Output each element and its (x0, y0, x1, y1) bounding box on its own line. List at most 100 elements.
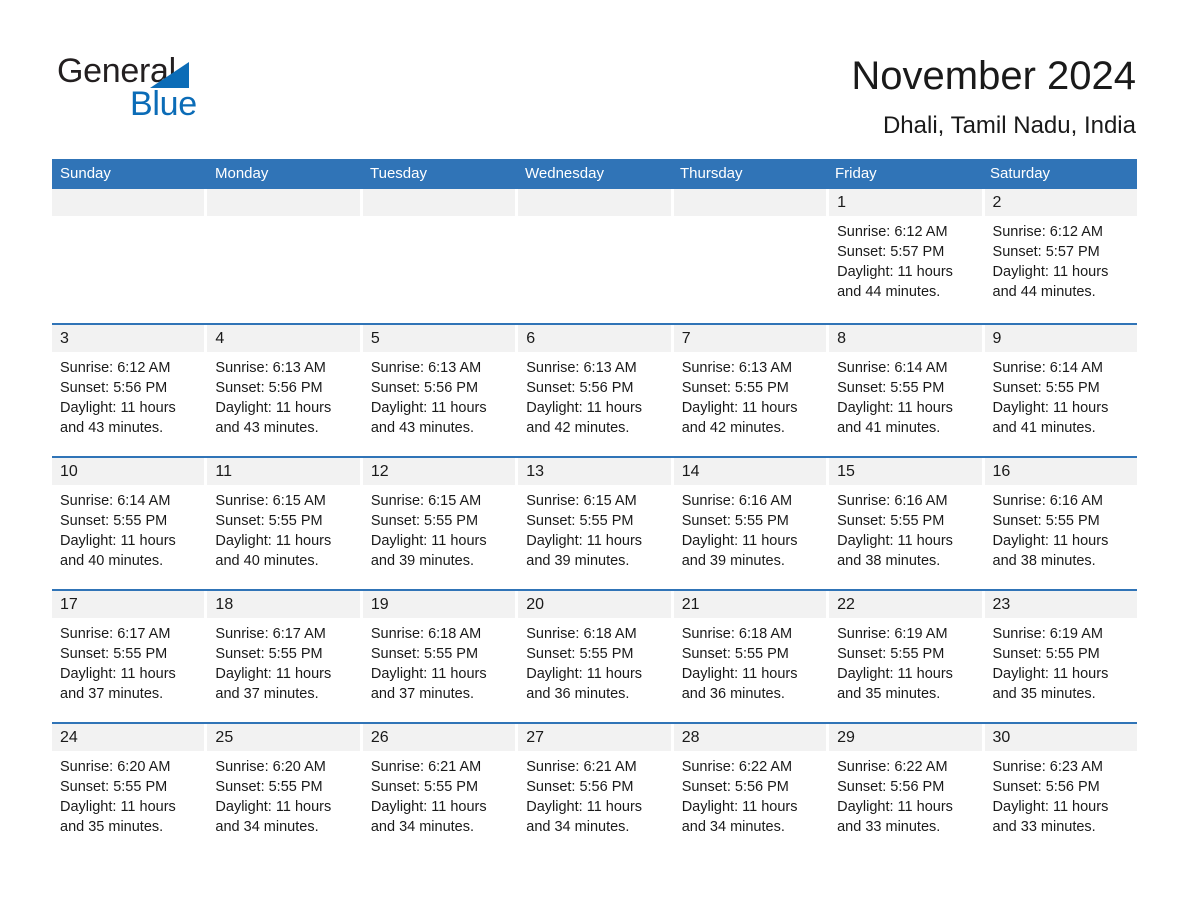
weekday-header-monday: Monday (215, 165, 269, 182)
sunrise-text: Sunrise: 6:13 AM (215, 360, 326, 376)
day-number-band: 6 (518, 325, 671, 352)
sunrise-text: Sunrise: 6:20 AM (60, 759, 171, 775)
day-cell-20[interactable]: 20 Sunrise: 6:18 AM Sunset: 5:55 PM Dayligh… (518, 591, 674, 722)
day-number: 18 (215, 596, 234, 613)
calendar-week-row: 17 Sunrise: 6:17 AM Sunset: 5:55 PM Dayligh… (52, 589, 1137, 722)
daylight-text: Daylight: 11 hours and 33 minutes. (837, 799, 953, 835)
sunrise-text: Sunrise: 6:13 AM (526, 360, 637, 376)
sunset-text: Sunset: 5:56 PM (992, 779, 1100, 795)
day-number: 23 (992, 596, 1011, 613)
sunrise-text: Sunrise: 6:17 AM (215, 626, 326, 642)
day-cell-29[interactable]: 29 Sunrise: 6:22 AM Sunset: 5:56 PM Dayligh… (829, 724, 985, 855)
day-number: 1 (837, 194, 847, 211)
title-block: November 2024 Dhali, Tamil Nadu, India (851, 52, 1136, 142)
sunset-text: Sunset: 5:56 PM (837, 779, 945, 795)
daylight-text: Daylight: 11 hours and 36 minutes. (526, 666, 643, 702)
day-cell-14[interactable]: 14 Sunrise: 6:16 AM Sunset: 5:55 PM Dayligh… (673, 458, 830, 589)
day-cell-21[interactable]: 21 Sunrise: 6:18 AM Sunset: 5:55 PM Dayligh… (673, 591, 830, 722)
day-cell-27[interactable]: 27 Sunrise: 6:21 AM Sunset: 5:56 PM Dayligh… (518, 724, 674, 855)
day-number-band: 20 (518, 591, 671, 618)
day-cell-30[interactable]: 30 Sunrise: 6:23 AM Sunset: 5:56 PM Dayligh… (984, 724, 1137, 855)
day-cell-4[interactable]: 4 Sunrise: 6:13 AM Sunset: 5:56 PM Daylight… (207, 325, 363, 456)
day-cell-16[interactable]: 16 Sunrise: 6:16 AM Sunset: 5:55 PM Dayligh… (984, 458, 1137, 589)
generalblue-logo[interactable]: General Blue (57, 52, 317, 124)
day-number: 3 (60, 330, 69, 347)
day-cell-18[interactable]: 18 Sunrise: 6:17 AM Sunset: 5:55 PM Dayligh… (207, 591, 363, 722)
day-cell-22[interactable]: 22 Sunrise: 6:19 AM Sunset: 5:55 PM Dayligh… (829, 591, 985, 722)
calendar-grid: Sunday Monday Tuesday Wednesday Thursday Frid… (52, 159, 1137, 855)
day-cell-23[interactable]: 23 Sunrise: 6:19 AM Sunset: 5:55 PM Dayligh… (984, 591, 1137, 722)
day-number: 19 (370, 596, 389, 613)
day-number: 28 (681, 729, 700, 746)
day-cell-2[interactable]: 2 Sunrise: 6:12 AM Sunset: 5:57 PM Daylight… (984, 189, 1137, 323)
sunrise-text: Sunrise: 6:12 AM (837, 224, 948, 240)
sunrise-text: Sunrise: 6:23 AM (992, 759, 1103, 775)
day-number-band (52, 189, 205, 216)
sunrise-text: Sunrise: 6:14 AM (837, 360, 948, 376)
day-number: 9 (992, 330, 1002, 347)
day-cell-3[interactable]: 3 Sunrise: 6:12 AM Sunset: 5:56 PM Daylight… (52, 325, 208, 456)
sunset-text: Sunset: 5:56 PM (681, 779, 789, 795)
sunrise-text: Sunrise: 6:17 AM (60, 626, 171, 642)
sunset-text: Sunset: 5:55 PM (681, 380, 789, 396)
day-cell-26[interactable]: 26 Sunrise: 6:21 AM Sunset: 5:55 PM Dayligh… (362, 724, 519, 855)
sunset-text: Sunset: 5:55 PM (370, 513, 479, 529)
day-details: Sunrise: 6:13 AM Sunset: 5:56 PM Daylight:… (363, 352, 515, 438)
sunrise-text: Sunrise: 6:16 AM (992, 493, 1103, 509)
daylight-text: Daylight: 11 hours and 39 minutes. (370, 533, 487, 569)
calendar-week-row: 3 Sunrise: 6:12 AM Sunset: 5:56 PM Daylight… (52, 323, 1137, 456)
day-number: 4 (215, 330, 225, 347)
sunset-text: Sunset: 5:56 PM (370, 380, 479, 396)
daylight-text: Daylight: 11 hours and 33 minutes. (992, 799, 1109, 835)
day-number-band (673, 189, 827, 216)
sunset-text: Sunset: 5:55 PM (526, 646, 634, 662)
day-cell-28[interactable]: 28 Sunrise: 6:22 AM Sunset: 5:56 PM Dayligh… (673, 724, 830, 855)
day-cell-8[interactable]: 8 Sunrise: 6:14 AM Sunset: 5:55 PM Daylight… (829, 325, 985, 456)
day-cell-5[interactable]: 5 Sunrise: 6:13 AM Sunset: 5:56 PM Daylight… (362, 325, 519, 456)
day-cell-10[interactable]: 10 Sunrise: 6:14 AM Sunset: 5:55 PM Dayligh… (52, 458, 208, 589)
sunrise-text: Sunrise: 6:19 AM (992, 626, 1103, 642)
sunset-text: Sunset: 5:55 PM (681, 646, 789, 662)
day-cell-11[interactable]: 11 Sunrise: 6:15 AM Sunset: 5:55 PM Dayligh… (207, 458, 363, 589)
day-number-band: 17 (52, 591, 205, 618)
day-number-band: 24 (52, 724, 205, 751)
daylight-text: Daylight: 11 hours and 39 minutes. (526, 533, 643, 569)
day-cell-9[interactable]: 9 Sunrise: 6:14 AM Sunset: 5:55 PM Daylight… (984, 325, 1137, 456)
day-details: Sunrise: 6:21 AM Sunset: 5:56 PM Daylight:… (518, 751, 670, 837)
day-details: Sunrise: 6:16 AM Sunset: 5:55 PM Daylight:… (985, 485, 1137, 571)
day-number-band: 14 (673, 458, 827, 485)
day-number: 24 (60, 729, 78, 746)
sunset-text: Sunset: 5:56 PM (526, 380, 634, 396)
day-cell-empty (518, 189, 674, 323)
day-cell-13[interactable]: 13 Sunrise: 6:15 AM Sunset: 5:55 PM Dayligh… (518, 458, 674, 589)
sunset-text: Sunset: 5:55 PM (837, 646, 945, 662)
sunset-text: Sunset: 5:55 PM (60, 779, 168, 795)
day-cell-19[interactable]: 19 Sunrise: 6:18 AM Sunset: 5:55 PM Dayligh… (362, 591, 519, 722)
sunrise-text: Sunrise: 6:16 AM (837, 493, 948, 509)
weekday-header-thursday: Thursday (680, 165, 743, 182)
day-cell-7[interactable]: 7 Sunrise: 6:13 AM Sunset: 5:55 PM Daylight… (673, 325, 830, 456)
day-number-band: 22 (829, 591, 982, 618)
day-cell-12[interactable]: 12 Sunrise: 6:15 AM Sunset: 5:55 PM Dayligh… (362, 458, 519, 589)
day-number-band: 29 (829, 724, 982, 751)
calendar-page: General Blue November 2024 Dhali, Tamil … (0, 0, 1188, 918)
sunset-text: Sunset: 5:55 PM (837, 513, 945, 529)
logo-text-blue: Blue (130, 85, 197, 123)
day-number: 22 (837, 596, 855, 613)
day-cell-6[interactable]: 6 Sunrise: 6:13 AM Sunset: 5:56 PM Daylight… (518, 325, 674, 456)
day-cell-1[interactable]: 1 Sunrise: 6:12 AM Sunset: 5:57 PM Daylight… (829, 189, 985, 323)
day-number-band: 12 (362, 458, 516, 485)
day-cell-25[interactable]: 25 Sunrise: 6:20 AM Sunset: 5:55 PM Dayligh… (207, 724, 363, 855)
day-cell-15[interactable]: 15 Sunrise: 6:16 AM Sunset: 5:55 PM Dayligh… (829, 458, 985, 589)
day-number: 11 (215, 463, 233, 480)
day-details: Sunrise: 6:18 AM Sunset: 5:55 PM Daylight:… (363, 618, 515, 704)
day-number: 26 (370, 729, 389, 746)
day-cell-24[interactable]: 24 Sunrise: 6:20 AM Sunset: 5:55 PM Dayligh… (52, 724, 208, 855)
sunrise-text: Sunrise: 6:16 AM (681, 493, 793, 509)
sunrise-text: Sunrise: 6:19 AM (837, 626, 948, 642)
day-number: 29 (837, 729, 855, 746)
daylight-text: Daylight: 11 hours and 37 minutes. (60, 666, 176, 702)
day-details: Sunrise: 6:19 AM Sunset: 5:55 PM Daylight:… (985, 618, 1137, 704)
day-cell-17[interactable]: 17 Sunrise: 6:17 AM Sunset: 5:55 PM Dayligh… (52, 591, 208, 722)
calendar-week-row: 10 Sunrise: 6:14 AM Sunset: 5:55 PM Dayligh… (52, 456, 1137, 589)
